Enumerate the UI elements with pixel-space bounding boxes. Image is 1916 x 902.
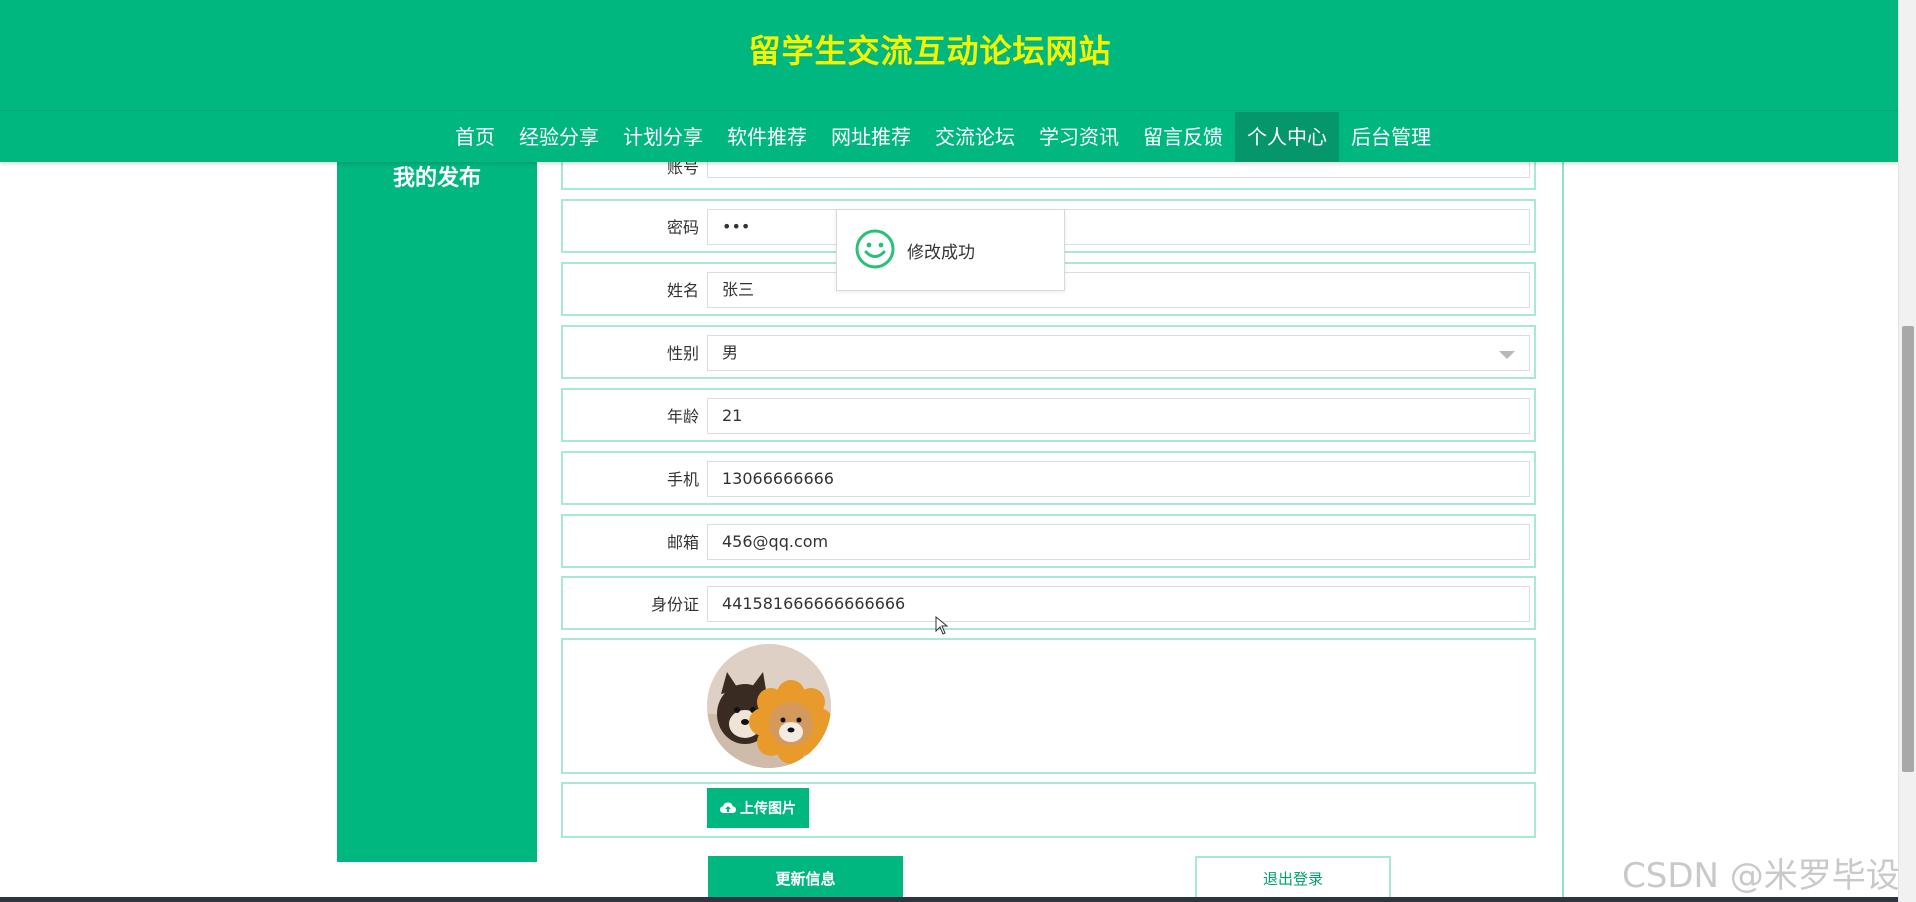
form-row-upload: 上传图片 xyxy=(561,782,1536,838)
nav-item-forum[interactable]: 交流论坛 xyxy=(923,112,1027,162)
logout-button[interactable]: 退出登录 xyxy=(1195,856,1391,902)
phone-input[interactable]: 13066666666 xyxy=(707,461,1530,497)
form-row-avatar xyxy=(561,638,1536,774)
sidebar-item-my-posts[interactable]: 我的发布 xyxy=(337,160,537,192)
success-toast: 修改成功 xyxy=(836,209,1065,291)
smile-icon xyxy=(855,229,895,269)
main-nav: 首页 经验分享 计划分享 软件推荐 网址推荐 交流论坛 学习资讯 留言反馈 个人… xyxy=(0,112,1898,162)
form-row-age: 年龄 21 xyxy=(561,388,1536,442)
nav-item-feedback[interactable]: 留言反馈 xyxy=(1131,112,1235,162)
name-label: 姓名 xyxy=(666,281,699,300)
email-input[interactable]: 456@qq.com xyxy=(707,524,1530,560)
nav-item-websites[interactable]: 网址推荐 xyxy=(819,112,923,162)
gender-label: 性别 xyxy=(666,344,699,363)
password-input[interactable]: ••• xyxy=(707,209,1530,245)
content-border xyxy=(1562,162,1564,902)
avatar xyxy=(707,644,831,768)
mouse-cursor-icon xyxy=(935,616,949,635)
idcard-input[interactable]: 441581666666666666 xyxy=(707,586,1530,622)
phone-label: 手机 xyxy=(666,470,699,489)
cloud-upload-icon xyxy=(720,802,736,813)
nav-item-profile[interactable]: 个人中心 xyxy=(1235,112,1339,162)
nav-item-plan[interactable]: 计划分享 xyxy=(611,112,715,162)
update-info-button[interactable]: 更新信息 xyxy=(708,856,903,902)
form-row-idcard: 身份证 441581666666666666 xyxy=(561,576,1536,630)
nav-item-software[interactable]: 软件推荐 xyxy=(715,112,819,162)
site-header: 留学生交流互动论坛网站 首页 经验分享 计划分享 软件推荐 网址推荐 交流论坛 … xyxy=(0,0,1898,162)
nav-item-news[interactable]: 学习资讯 xyxy=(1027,112,1131,162)
chevron-down-icon xyxy=(1499,351,1515,359)
scrollbar-thumb[interactable] xyxy=(1902,326,1914,772)
form-row-email: 邮箱 456@qq.com xyxy=(561,514,1536,568)
name-input[interactable]: 张三 xyxy=(707,272,1530,308)
upload-image-label: 上传图片 xyxy=(740,801,796,817)
taskbar-edge xyxy=(0,897,1898,902)
toast-message: 修改成功 xyxy=(907,243,975,263)
nav-divider xyxy=(0,110,1898,111)
form-row-phone: 手机 13066666666 xyxy=(561,451,1536,505)
email-label: 邮箱 xyxy=(666,533,699,552)
watermark: CSDN @米罗毕设 xyxy=(1622,856,1900,896)
sidebar: 我的发布 xyxy=(337,140,537,862)
age-input[interactable]: 21 xyxy=(707,398,1530,434)
page-scrollbar[interactable] xyxy=(1898,0,1916,902)
nav-item-experience[interactable]: 经验分享 xyxy=(507,112,611,162)
site-title: 留学生交流互动论坛网站 xyxy=(748,32,1112,70)
nav-item-home[interactable]: 首页 xyxy=(443,112,507,162)
idcard-label: 身份证 xyxy=(650,595,699,614)
age-label: 年龄 xyxy=(666,407,699,426)
upload-image-button[interactable]: 上传图片 xyxy=(707,788,809,828)
form-row-gender: 性别 男 xyxy=(561,325,1536,379)
gender-select[interactable]: 男 xyxy=(707,335,1530,371)
password-label: 密码 xyxy=(666,218,699,237)
gender-value: 男 xyxy=(722,343,739,362)
nav-item-admin[interactable]: 后台管理 xyxy=(1339,112,1443,162)
